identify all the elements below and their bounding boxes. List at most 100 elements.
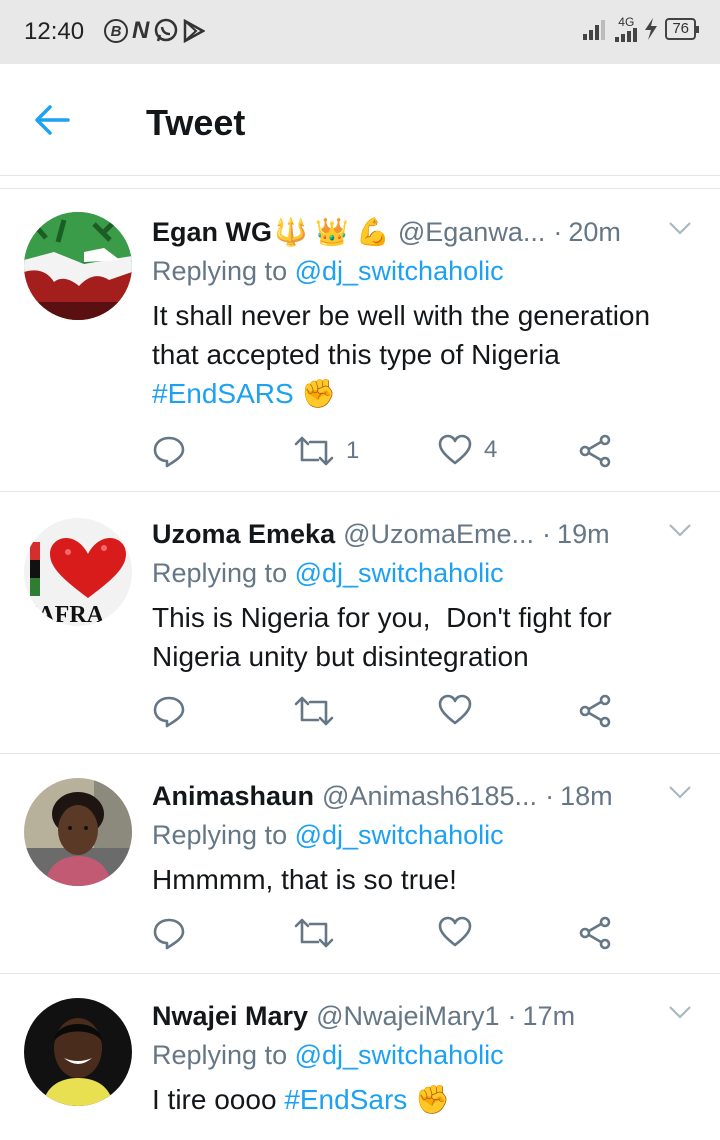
avatar[interactable] — [24, 212, 132, 320]
avatar[interactable] — [24, 998, 132, 1106]
top-app-bar: Tweet — [0, 64, 720, 176]
charging-icon — [645, 18, 658, 40]
reply-to-handle[interactable]: @dj_switchaholic — [295, 558, 504, 588]
comment-icon — [153, 918, 185, 950]
hashtag-link[interactable]: #EndSars — [284, 1084, 407, 1115]
timestamp: 20m — [568, 216, 621, 247]
share-icon — [579, 434, 611, 468]
tweet-header: Uzoma Emeka @UzomaEme... · 19m — [152, 516, 696, 552]
retweet-button[interactable] — [294, 916, 334, 950]
separator-dot: · — [507, 1000, 517, 1031]
user-handle[interactable]: @Eganwa... — [398, 217, 546, 248]
action-bar: 1 4 — [152, 434, 672, 474]
retweet-button[interactable] — [294, 694, 334, 728]
whatsapp-icon — [155, 18, 178, 42]
status-bar: 12:40 B N 4G 76 — [0, 0, 720, 64]
tweet-text: This is Nigeria for you, Don't fight for… — [152, 598, 700, 676]
display-name[interactable]: Egan WG — [152, 217, 272, 248]
page-title: Tweet — [146, 102, 246, 143]
heart-icon — [438, 916, 472, 947]
system-indicators: 4G 76 — [583, 15, 699, 42]
tweet-body: It shall never be well with the generati… — [152, 300, 651, 370]
chevron-down-icon[interactable] — [668, 522, 692, 538]
share-icon — [579, 694, 611, 728]
tweet-reply[interactable]: Animashaun @Animash6185... · 18m Replyin… — [0, 754, 720, 974]
retweet-icon — [294, 436, 334, 466]
action-bar — [152, 916, 672, 956]
chevron-down-icon[interactable] — [668, 784, 692, 800]
battery-icon: 76 — [665, 18, 699, 40]
retweet-button[interactable]: 1 — [294, 434, 359, 468]
user-handle[interactable]: @UzomaEme... — [343, 519, 534, 550]
tweet-reply[interactable]: Egan WG 🔱 👑 💪 @Eganwa... · 20m Replying … — [0, 190, 720, 492]
chevron-down-icon[interactable] — [668, 220, 692, 236]
replying-to: Replying to @dj_switchaholic — [152, 558, 504, 589]
tweet-reply[interactable]: IAFRA Uzoma Emeka @UzomaEme... · 19m Rep… — [0, 492, 720, 754]
network-indicator: 4G — [615, 15, 638, 42]
separator-dot: · — [545, 780, 555, 811]
network-type: 4G — [618, 15, 635, 29]
back-arrow-icon[interactable] — [32, 100, 72, 140]
share-icon — [579, 916, 611, 950]
replying-to-label: Replying to — [152, 256, 288, 286]
play-store-icon — [184, 19, 206, 43]
share-button[interactable] — [578, 434, 612, 468]
b-app-icon: B — [104, 19, 128, 43]
share-button[interactable] — [578, 694, 612, 728]
tweet-reply[interactable]: Nwajei Mary @NwajeiMary1 · 17m Replying … — [0, 974, 720, 1140]
divider — [0, 188, 720, 189]
tweet-header: Egan WG 🔱 👑 💪 @Eganwa... · 20m — [152, 214, 696, 250]
fist-emoji: ✊ — [301, 378, 337, 409]
timestamp: 18m — [560, 780, 613, 811]
action-bar — [152, 694, 672, 734]
heart-icon — [438, 434, 472, 465]
tweet-text: It shall never be well with the generati… — [152, 296, 700, 413]
tweet-text: I tire oooo #EndSars ✊ — [152, 1080, 700, 1119]
tweet-body: Hmmmm, that is so true! — [152, 864, 457, 895]
separator-dot: · — [542, 518, 552, 549]
display-name[interactable]: Uzoma Emeka — [152, 519, 335, 550]
separator-dot: · — [553, 216, 563, 247]
user-handle[interactable]: @Animash6185... — [322, 781, 537, 812]
reply-to-handle[interactable]: @dj_switchaholic — [295, 1040, 504, 1070]
fist-emoji: ✊ — [415, 1084, 450, 1115]
name-emojis: 🔱 👑 💪 — [274, 217, 390, 247]
signal-icon-2 — [615, 28, 638, 42]
display-name[interactable]: Nwajei Mary — [152, 1001, 308, 1032]
like-button[interactable] — [438, 916, 472, 948]
notification-icons: B N — [104, 17, 206, 44]
like-button[interactable]: 4 — [438, 434, 497, 466]
signal-icon — [583, 20, 606, 40]
tweet-body: This is Nigeria for you, Don't fight for… — [152, 602, 620, 672]
retweet-icon — [294, 696, 334, 726]
timestamp: 19m — [557, 518, 610, 549]
share-button[interactable] — [578, 916, 612, 950]
tweet-text: Hmmmm, that is so true! — [152, 860, 700, 899]
status-time: 12:40 — [24, 18, 85, 45]
reply-button[interactable] — [152, 434, 186, 468]
reply-button[interactable] — [152, 694, 186, 728]
replying-to: Replying to @dj_switchaholic — [152, 1040, 504, 1071]
hashtag-link[interactable]: #EndSARS — [152, 378, 294, 409]
replying-to: Replying to @dj_switchaholic — [152, 820, 504, 851]
comment-icon — [153, 436, 185, 468]
display-name[interactable]: Animashaun — [152, 781, 314, 812]
like-button[interactable] — [438, 694, 472, 726]
heart-icon — [438, 694, 472, 725]
avatar[interactable] — [24, 778, 132, 886]
user-handle[interactable]: @NwajeiMary1 — [316, 1001, 499, 1032]
replying-to-label: Replying to — [152, 820, 288, 850]
replying-to: Replying to @dj_switchaholic — [152, 256, 504, 287]
reply-button[interactable] — [152, 916, 186, 950]
retweet-count: 1 — [346, 437, 360, 464]
tweet-header: Animashaun @Animash6185... · 18m — [152, 778, 696, 814]
chevron-down-icon[interactable] — [668, 1004, 692, 1020]
n-app-icon: N — [132, 17, 150, 44]
comment-icon — [153, 696, 185, 728]
tweet-body: I tire oooo — [152, 1084, 277, 1115]
reply-to-handle[interactable]: @dj_switchaholic — [295, 256, 504, 286]
avatar[interactable]: IAFRA — [24, 518, 132, 626]
like-count: 4 — [484, 436, 498, 463]
reply-to-handle[interactable]: @dj_switchaholic — [295, 820, 504, 850]
replying-to-label: Replying to — [152, 1040, 288, 1070]
